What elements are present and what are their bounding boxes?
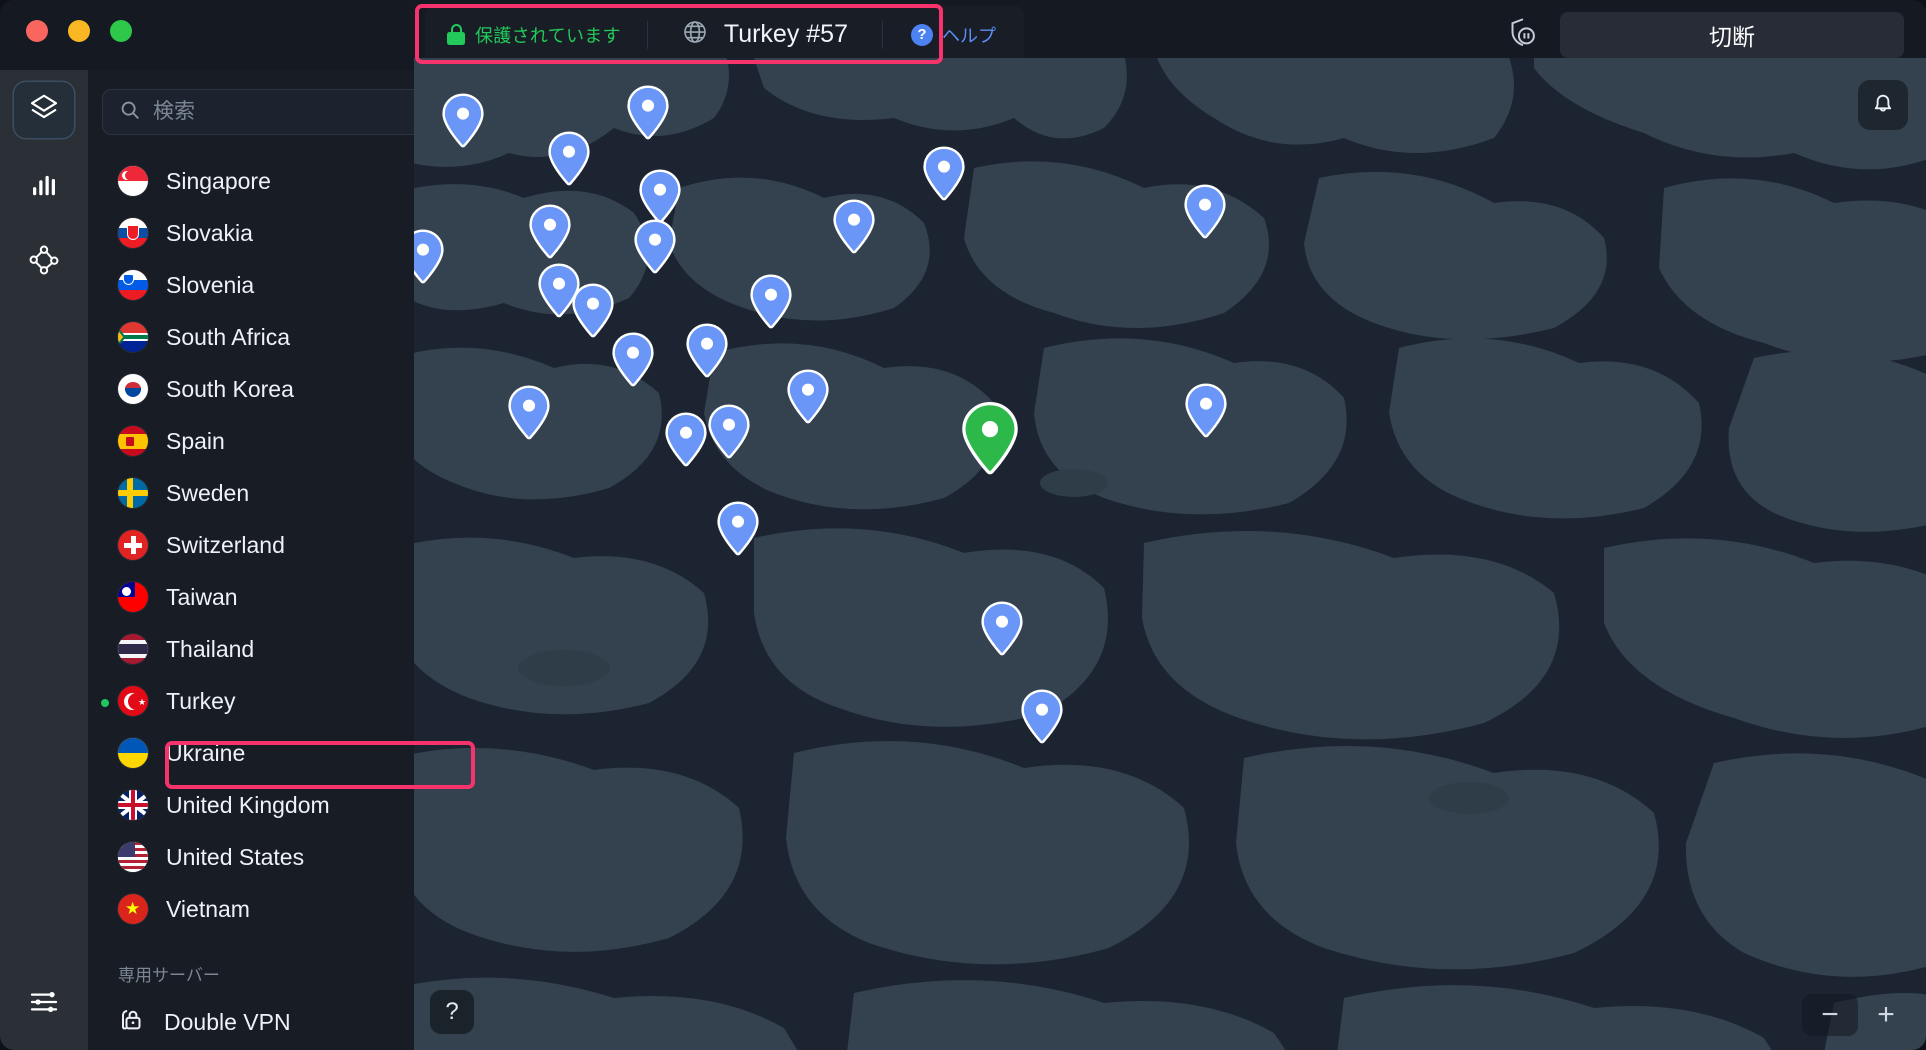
country-name-label: United Kingdom <box>166 791 330 818</box>
map-pin[interactable] <box>1182 183 1228 241</box>
country-name-label: Ukraine <box>166 739 246 766</box>
map-pin[interactable] <box>663 411 709 469</box>
map-pin[interactable] <box>632 218 678 276</box>
flag-icon-ch <box>118 530 148 560</box>
window-traffic-lights <box>26 20 132 42</box>
country-name-label: Thailand <box>166 635 255 662</box>
connection-status-bar: 保護されています Turkey #57 ? ヘルプ <box>425 6 1024 63</box>
flag-icon-es <box>118 426 148 456</box>
flag-icon-gb <box>118 790 148 820</box>
country-name-label: Slovakia <box>166 219 253 246</box>
country-name-label: United States <box>166 843 305 870</box>
map-pin[interactable] <box>831 198 877 256</box>
map-pin[interactable] <box>414 228 446 286</box>
rail-item-meshnet[interactable] <box>14 234 74 290</box>
map-pin[interactable] <box>921 145 967 203</box>
map-pin[interactable] <box>506 384 552 442</box>
globe-icon <box>682 19 708 50</box>
flag-icon-se <box>118 478 148 508</box>
layers-icon <box>28 92 60 129</box>
country-name-label: Slovenia <box>166 271 255 298</box>
map-pin[interactable] <box>979 600 1025 658</box>
minimize-window-button[interactable] <box>68 20 90 42</box>
country-name-label: Switzerland <box>166 531 285 558</box>
map-pin[interactable] <box>625 84 671 142</box>
left-nav-rail <box>0 70 88 1050</box>
country-name-label: Spain <box>166 427 225 454</box>
current-server[interactable]: Turkey #57 <box>648 6 882 63</box>
map-pin[interactable] <box>715 500 761 558</box>
search-icon <box>119 99 141 126</box>
map-help-button[interactable]: ? <box>430 990 474 1034</box>
double-lock-icon <box>116 1005 146 1040</box>
bell-icon <box>1869 89 1897 122</box>
map-pin[interactable] <box>684 322 730 380</box>
help-button[interactable]: ? ヘルプ <box>883 6 1024 63</box>
rail-item-settings[interactable] <box>14 976 74 1032</box>
country-name-label: Singapore <box>166 167 271 194</box>
flag-icon-si <box>118 270 148 300</box>
map-pin[interactable] <box>1183 382 1229 440</box>
question-mark-icon: ? <box>445 998 459 1025</box>
rail-item-servers[interactable] <box>14 82 74 138</box>
map-pin[interactable] <box>440 92 486 150</box>
zoom-out-label: − <box>1821 998 1839 1031</box>
protected-status: 保護されています <box>425 6 647 63</box>
country-name-label: Taiwan <box>166 583 238 610</box>
flag-icon-tw <box>118 582 148 612</box>
flag-icon-vn: ★ <box>118 894 148 924</box>
country-name-label: Sweden <box>166 479 250 506</box>
connected-indicator-dot <box>101 699 109 707</box>
app-window: 保護されています Turkey #57 ? ヘルプ 切断 検索 Singapor… <box>0 0 1926 1050</box>
maximize-window-button[interactable] <box>110 20 132 42</box>
country-name-label: Vietnam <box>166 895 250 922</box>
zoom-in-button[interactable]: + <box>1858 994 1914 1036</box>
map-pin-selected[interactable] <box>959 400 1021 478</box>
map-pin[interactable] <box>610 331 656 389</box>
country-name-label: South Africa <box>166 323 291 350</box>
shield-pause-icon <box>1506 16 1540 55</box>
map-pin[interactable] <box>748 273 794 331</box>
flag-icon-th <box>118 634 148 664</box>
flag-icon-za <box>118 322 148 352</box>
world-map[interactable]: ? − + <box>414 58 1926 1050</box>
map-pin[interactable] <box>785 368 831 426</box>
flag-icon-us <box>118 842 148 872</box>
help-label: ヘルプ <box>942 25 996 46</box>
mesh-network-icon <box>28 244 60 281</box>
map-zoom-controls: − + <box>1802 994 1914 1036</box>
flag-icon-sk <box>118 218 148 248</box>
protected-label: 保護されています <box>475 25 621 46</box>
disconnect-label: 切断 <box>1709 24 1755 50</box>
close-window-button[interactable] <box>26 20 48 42</box>
lock-icon <box>447 24 465 45</box>
server-name-label: Turkey #57 <box>723 20 848 48</box>
notifications-button[interactable] <box>1858 80 1908 130</box>
flag-icon-kr <box>118 374 148 404</box>
zoom-in-label: + <box>1877 998 1895 1031</box>
map-pin[interactable] <box>546 130 592 188</box>
flag-icon-ua <box>118 738 148 768</box>
map-pin[interactable] <box>1019 688 1065 746</box>
country-name-label: Turkey <box>166 687 236 714</box>
map-pin[interactable] <box>706 403 752 461</box>
zoom-out-button[interactable]: − <box>1802 994 1858 1036</box>
specialty-server-label: Double VPN <box>164 1008 291 1035</box>
question-circle-icon: ? <box>911 23 933 46</box>
rail-item-statistics[interactable] <box>14 158 74 214</box>
pause-connection-button[interactable] <box>1500 12 1546 58</box>
bar-chart-icon <box>29 169 59 204</box>
disconnect-button[interactable]: 切断 <box>1560 12 1904 58</box>
sliders-icon <box>28 986 60 1023</box>
flag-icon-tr: ★ <box>118 686 148 716</box>
map-pin[interactable] <box>527 203 573 261</box>
flag-icon-sg <box>118 166 148 196</box>
country-name-label: South Korea <box>166 375 294 402</box>
